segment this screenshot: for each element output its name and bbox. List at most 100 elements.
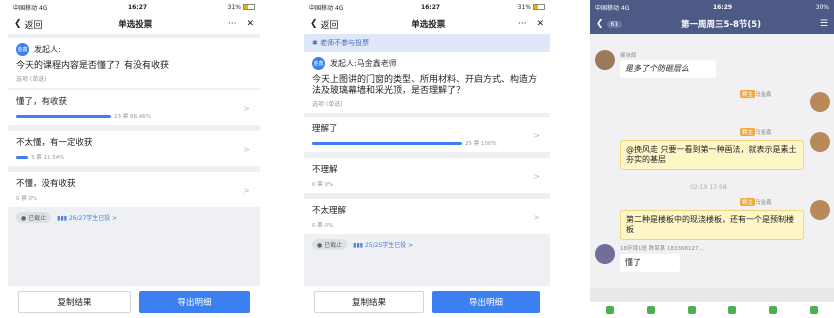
battery-icon	[532, 4, 545, 10]
page-title: 单选投票	[118, 20, 153, 30]
clock: 16:29	[712, 3, 733, 11]
chat-title: 第一周周三5-8节(5)	[681, 20, 762, 30]
carrier-label: 中国移动 4G	[13, 4, 48, 12]
group-menu-icon[interactable]: ☰	[820, 19, 828, 29]
chevron-left-icon: ❮	[310, 19, 318, 29]
vote-option[interactable]: 不懂，没有收获 > 0 票 0%	[8, 172, 260, 207]
emoji-icon[interactable]	[768, 306, 777, 314]
vote-count: 0 票 0%	[16, 196, 38, 202]
notice-banner: ✱ 老师不参与投票	[304, 34, 550, 52]
initiator-row: 金鑫 发起人:	[16, 43, 252, 56]
result-bar	[16, 155, 28, 159]
nav-bar: ❮ 61 第一周周三5-8节(5) ☰	[590, 14, 834, 34]
vote-footer: ● 已截止 ▮▮▮ 25/25学生已投 >	[304, 234, 550, 255]
chat-message[interactable]: @挽风走 只要一看到第一种画法，就表示是素土夯实的基层	[620, 140, 804, 170]
option-label: 不理解	[312, 165, 338, 175]
question-text: 今天上图讲的门窗的类型、所用材料、开启方式、构造方法及玻璃幕墙和采光顶，是否理解…	[312, 75, 538, 96]
camera-icon[interactable]	[687, 306, 696, 314]
export-detail-button[interactable]: 导出明细	[139, 291, 250, 313]
question-type: 选项 (单选)	[16, 76, 47, 83]
back-button[interactable]: ❮ 返回	[14, 18, 43, 31]
avatar	[810, 132, 830, 152]
action-bar: 复制结果 导出明细	[304, 286, 550, 318]
voice-icon[interactable]	[606, 306, 615, 314]
chevron-right-icon: >	[533, 172, 540, 181]
option-label: 不懂，没有收获	[16, 179, 76, 189]
back-button[interactable]: ❮ 返回	[310, 18, 339, 31]
vote-count: 0 票 0%	[312, 182, 334, 188]
chevron-right-icon: >	[243, 145, 250, 154]
phone-screen-vote-2: 中国移动 4G 16:27 31% ❮ 返回 单选投票 ··· ✕ ✱ 老师不参与投…	[304, 0, 550, 318]
battery-indicator: 31%	[228, 4, 255, 11]
sender-name: 马金鑫	[755, 200, 772, 206]
status-bar: 中国移动 4G 16:29 30%	[590, 0, 834, 14]
plus-icon[interactable]	[809, 306, 818, 314]
option-label: 不太理解	[312, 206, 347, 216]
timestamp: 02-19 17:58	[690, 184, 727, 191]
owner-tag: 群主	[740, 90, 756, 98]
folder-icon[interactable]	[728, 306, 737, 314]
more-button[interactable]: ···	[518, 19, 527, 29]
chat-toolbar	[590, 302, 834, 318]
action-bar: 复制结果 导出明细	[8, 286, 260, 318]
close-button[interactable]: ✕	[246, 19, 254, 29]
avatar: 金鑫	[16, 43, 29, 56]
avatar	[810, 92, 830, 112]
chat-message[interactable]: 是多了个防砸层么	[620, 60, 716, 78]
unread-badge: 61	[606, 20, 623, 28]
question-card: 金鑫 发起人: 今天的课程内容是否懂了？有没有收获 选项 (单选)	[8, 38, 260, 88]
vote-count: 23 票 88.46%	[114, 114, 151, 120]
avatar	[595, 244, 615, 264]
chevron-left-icon: ❮	[14, 19, 22, 29]
chevron-right-icon: >	[243, 104, 250, 113]
copy-result-button[interactable]: 复制结果	[314, 291, 424, 313]
nav-bar: ❮ 返回 单选投票 ··· ✕	[304, 14, 550, 34]
question-card: 金鑫 发起人:马金鑫老师 今天上图讲的门窗的类型、所用材料、开启方式、构造方法及…	[304, 52, 550, 113]
option-label: 懂了，有收获	[16, 97, 68, 107]
copy-result-button[interactable]: 复制结果	[18, 291, 131, 313]
page-title: 单选投票	[411, 20, 446, 30]
result-bar	[312, 141, 462, 145]
carrier-label: 中国移动 4G	[309, 4, 344, 12]
participation-link[interactable]: ▮▮▮ 25/25学生已投 >	[353, 240, 413, 249]
ended-badge: ● 已截止	[312, 239, 348, 250]
more-button[interactable]: ···	[228, 19, 237, 29]
image-icon[interactable]	[646, 306, 655, 314]
vote-count: 0 票 0%	[312, 223, 334, 229]
avatar	[595, 50, 615, 70]
clock: 16:27	[127, 3, 148, 11]
option-label: 不太懂，有一定收获	[16, 138, 93, 148]
export-detail-button[interactable]: 导出明细	[432, 291, 540, 313]
phone-screen-chat: 中国移动 4G 16:29 30% ❮ 61 第一周周三5-8节(5) ☰ 侯冰辉…	[590, 0, 834, 318]
initiator-label: 发起人:	[34, 45, 61, 54]
initiator-label: 发起人:马金鑫老师	[330, 59, 397, 68]
close-button[interactable]: ✕	[536, 19, 544, 29]
question-text: 今天的课程内容是否懂了？有没有收获	[16, 61, 170, 71]
clock: 16:27	[420, 3, 441, 11]
sender-name: 侯冰辉	[620, 53, 637, 59]
participation-link[interactable]: ▮▮▮ 26/27学生已投 >	[57, 213, 117, 222]
chevron-right-icon: >	[243, 186, 250, 195]
chat-message[interactable]: 懂了	[620, 254, 680, 272]
vote-option[interactable]: 不理解 > 0 票 0%	[304, 158, 550, 193]
vote-option[interactable]: 懂了，有收获 > 23 票 88.46%	[8, 90, 260, 125]
back-button[interactable]: ❮ 61	[596, 19, 623, 29]
sender-name: 马金鑫	[755, 130, 772, 136]
carrier-label: 中国移动 4G	[595, 4, 630, 12]
battery-indicator: 30%	[815, 3, 829, 11]
owner-tag: 群主	[740, 128, 756, 136]
chevron-right-icon: >	[533, 213, 540, 222]
result-bar	[16, 114, 111, 118]
avatar	[810, 200, 830, 220]
vote-option[interactable]: 不太懂，有一定收获 > 3 票 11.54%	[8, 131, 260, 166]
sender-name: 马金鑫	[755, 92, 772, 98]
vote-option[interactable]: 不太理解 > 0 票 0%	[304, 199, 550, 234]
nav-bar: ❮ 返回 单选投票 ··· ✕	[8, 14, 260, 34]
status-bar: 中国移动 4G 16:27 31%	[304, 0, 550, 14]
sender-name: 18环境1班 陈某某 183368127...	[620, 246, 704, 252]
vote-option[interactable]: 理解了 > 25 票 100%	[304, 117, 550, 152]
initiator-row: 金鑫 发起人:马金鑫老师	[312, 57, 542, 70]
chat-message[interactable]: 第二种是楼板中的现浇楼板，还有一个是预制楼板	[620, 210, 804, 240]
vote-count: 3 票 11.54%	[31, 155, 65, 161]
message-input[interactable]	[590, 288, 834, 302]
